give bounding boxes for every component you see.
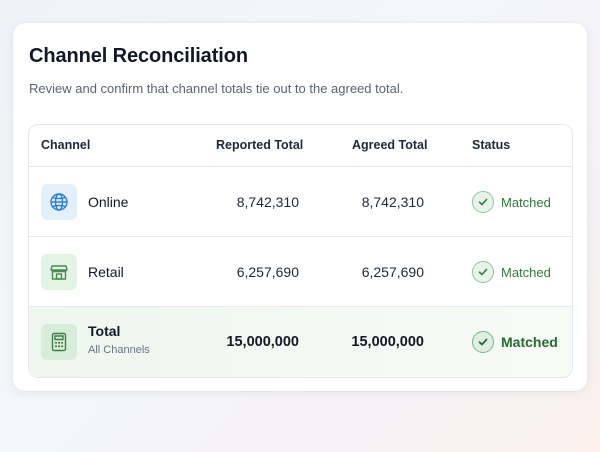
reconciliation-table: Channel Reported Total Agreed Total Stat… bbox=[28, 124, 573, 378]
globe-icon bbox=[41, 184, 77, 220]
total-sublabel: All Channels bbox=[88, 344, 150, 356]
channel-name: Online bbox=[88, 194, 129, 210]
status-label: Matched bbox=[501, 264, 551, 280]
status-label: Matched bbox=[501, 334, 558, 350]
reported-total-sum: 15,000,000 bbox=[226, 334, 299, 350]
status-badge: Matched bbox=[472, 331, 558, 353]
status-label: Matched bbox=[501, 194, 551, 210]
column-header-status: Status bbox=[472, 138, 511, 152]
check-circle-icon bbox=[472, 261, 494, 283]
table-row: Online 8,742,310 8,742,310 Matched bbox=[29, 167, 572, 237]
reconciliation-card: Channel Reconciliation Review and confir… bbox=[13, 23, 587, 391]
reported-total-value: 6,257,690 bbox=[236, 264, 299, 280]
channel-name: Retail bbox=[88, 264, 124, 280]
page-subtitle: Review and confirm that channel totals t… bbox=[29, 81, 404, 96]
table-row: Retail 6,257,690 6,257,690 Matched bbox=[29, 237, 572, 307]
column-header-channel: Channel bbox=[41, 138, 91, 152]
agreed-total-sum: 15,000,000 bbox=[351, 334, 424, 350]
page-title: Channel Reconciliation bbox=[29, 45, 248, 67]
agreed-total-value: 6,257,690 bbox=[361, 264, 424, 280]
reported-total-value: 8,742,310 bbox=[236, 194, 299, 210]
column-header-reported-total: Reported Total bbox=[216, 138, 304, 152]
check-circle-icon bbox=[472, 191, 494, 213]
table-header: Channel Reported Total Agreed Total Stat… bbox=[29, 125, 572, 167]
agreed-total-value: 8,742,310 bbox=[361, 194, 424, 210]
check-circle-icon bbox=[472, 331, 494, 353]
calculator-icon bbox=[41, 324, 77, 360]
status-badge: Matched bbox=[472, 191, 551, 213]
total-row: Total All Channels 15,000,000 15,000,000… bbox=[29, 307, 572, 377]
total-label: Total bbox=[88, 323, 121, 339]
storefront-icon bbox=[41, 254, 77, 290]
status-badge: Matched bbox=[472, 261, 551, 283]
column-header-agreed-total: Agreed Total bbox=[352, 138, 428, 152]
